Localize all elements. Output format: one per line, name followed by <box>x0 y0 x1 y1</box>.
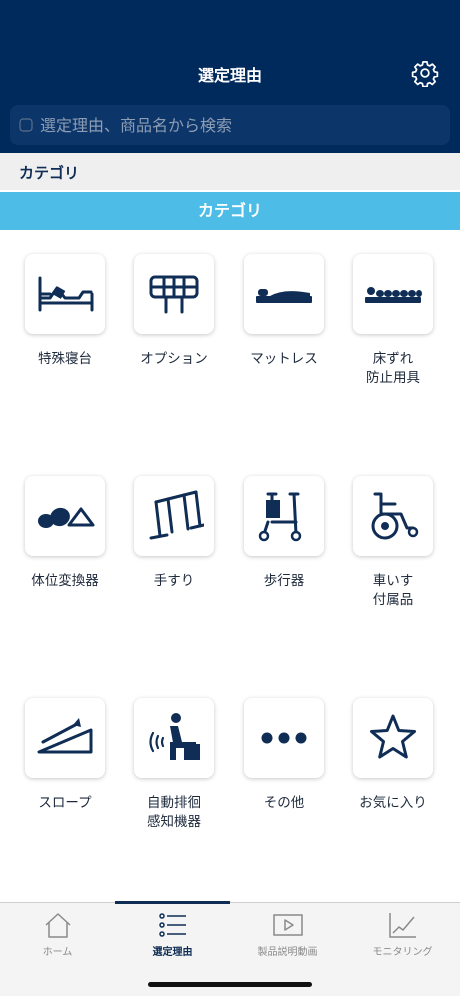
category-tile-slope[interactable]: スロープ <box>10 674 120 864</box>
home-icon <box>45 913 71 938</box>
category-tile-mattress[interactable]: マットレス <box>229 230 339 420</box>
mattress-icon <box>256 289 312 303</box>
category-label: 自動排徊 感知機器 <box>147 795 201 830</box>
tab-product-video[interactable]: 製品説明動画 <box>230 903 345 963</box>
search-bar[interactable] <box>10 105 450 145</box>
tab-home[interactable]: ホーム <box>0 903 115 963</box>
gear-icon <box>411 61 439 88</box>
settings-button[interactable] <box>411 59 439 88</box>
category-label: その他 <box>263 795 305 811</box>
page-title: 選定理由 <box>197 66 262 85</box>
sensor-person-icon <box>149 713 200 760</box>
category-icon-box <box>134 698 214 778</box>
category-tile-care-bed[interactable]: 特殊寝台 <box>10 230 120 420</box>
category-tile-wheelchair[interactable]: 車いす 付属品 <box>338 452 448 642</box>
tab-label: 製品説明動画 <box>257 947 318 958</box>
category-icon-box <box>353 476 433 556</box>
category-label: 車いす 付属品 <box>372 573 414 608</box>
more-dots-icon <box>261 732 307 744</box>
category-label: スロープ <box>38 795 92 811</box>
video-play-icon <box>273 914 303 936</box>
category-label: 体位変換器 <box>31 573 99 589</box>
category-tile-option[interactable]: オプション <box>119 230 229 420</box>
category-icon-box <box>353 254 433 334</box>
home-indicator <box>148 982 312 987</box>
section-title: カテゴリ <box>19 164 80 182</box>
category-tile-positioning[interactable]: 体位変換器 <box>10 452 120 642</box>
category-icon-box <box>25 698 105 778</box>
pressure-mattress-icon <box>365 287 422 303</box>
tab-bar: ホーム 選定理由 製品説明動画 モニタリング <box>0 901 460 996</box>
wheelchair-icon <box>371 492 419 540</box>
category-label: マットレス <box>250 351 318 367</box>
category-icon-box <box>353 698 433 778</box>
chart-line-icon <box>389 913 416 938</box>
tab-label: ホーム <box>42 947 73 958</box>
category-tile-handrail[interactable]: 手すり <box>119 452 229 642</box>
category-label: 手すり <box>153 573 195 589</box>
category-tile-other[interactable]: その他 <box>229 674 339 864</box>
category-icon-box <box>244 254 324 334</box>
category-tile-sensor[interactable]: 自動排徊 感知機器 <box>119 674 229 864</box>
category-label: 特殊寝台 <box>38 351 92 367</box>
category-label: 歩行器 <box>263 573 305 589</box>
category-icon-box <box>134 476 214 556</box>
search-input[interactable] <box>40 105 440 145</box>
category-bar: カテゴリ <box>0 192 460 230</box>
category-tile-favorites[interactable]: お気に入り <box>338 674 448 864</box>
category-label: オプション <box>140 351 208 367</box>
search-icon <box>19 118 33 132</box>
slope-icon <box>37 718 93 754</box>
category-icon-box <box>244 476 324 556</box>
list-icon <box>159 913 186 937</box>
category-tile-pressure[interactable]: 床ずれ 防止用具 <box>338 230 448 420</box>
handrail-icon <box>149 490 204 540</box>
app-header: 選定理由 <box>0 0 460 153</box>
category-icon-box <box>25 254 105 334</box>
star-icon <box>370 714 416 759</box>
category-icon-box <box>134 254 214 334</box>
category-icon-box <box>244 698 324 778</box>
tab-selection-reason[interactable]: 選定理由 <box>115 903 230 963</box>
tab-monitoring[interactable]: モニタリング <box>345 903 460 963</box>
category-label: 床ずれ 防止用具 <box>366 351 420 386</box>
category-bar-label: カテゴリ <box>197 201 262 220</box>
section-header: カテゴリ <box>0 153 460 190</box>
tab-label: モニタリング <box>372 947 433 958</box>
category-tile-walker[interactable]: 歩行器 <box>229 452 339 642</box>
positioning-cushion-icon <box>38 507 95 528</box>
tab-label: 選定理由 <box>152 947 193 958</box>
bed-rail-icon <box>149 275 199 314</box>
category-icon-box <box>25 476 105 556</box>
walker-icon <box>258 492 302 542</box>
category-label: お気に入り <box>359 795 427 811</box>
category-grid: 特殊寝台 オプション マットレス 床ずれ 防止用具 体位変換器 手すり 歩行器 … <box>0 230 460 902</box>
care-bed-icon <box>38 276 94 312</box>
